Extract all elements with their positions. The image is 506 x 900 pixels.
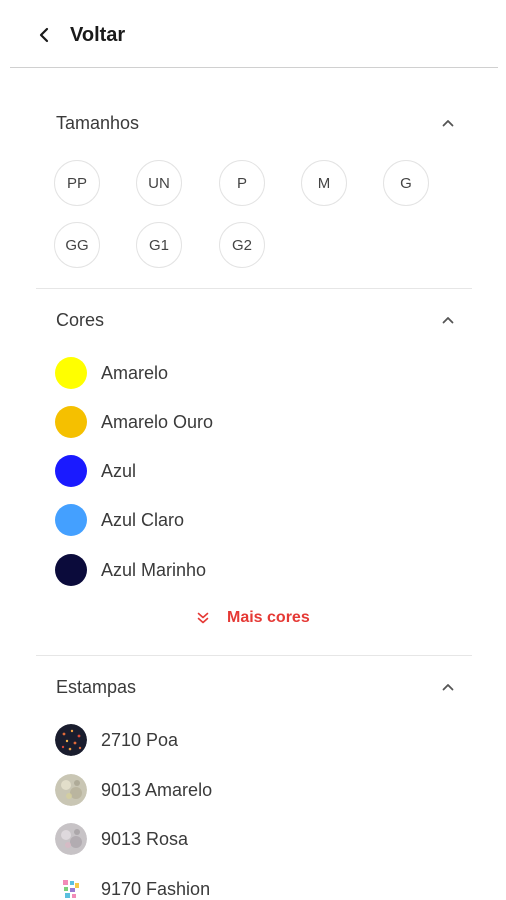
size-chip-g2[interactable]: G2: [219, 222, 265, 268]
sizes-header[interactable]: Tamanhos: [56, 110, 472, 136]
size-label: M: [317, 174, 331, 192]
back-label: Voltar: [70, 23, 126, 46]
size-chip-gg[interactable]: GG: [54, 222, 100, 268]
color-swatch: [55, 504, 87, 536]
size-label: UN: [148, 174, 170, 192]
color-swatch: [55, 455, 87, 487]
color-option-amarelo-ouro[interactable]: Amarelo Ouro: [55, 405, 213, 439]
print-label: 9013 Rosa: [101, 828, 189, 849]
size-label: P: [236, 174, 247, 192]
size-chip-g[interactable]: G: [383, 160, 429, 206]
size-chip-pp[interactable]: PP: [54, 160, 100, 206]
colors-section: Cores Amarelo Amarelo Ouro Azul Azul Cla…: [36, 288, 472, 655]
color-swatch: [55, 357, 87, 389]
more-colors-button[interactable]: Mais cores: [196, 607, 310, 629]
print-option-9170-fashion[interactable]: 9170 Fashion: [55, 872, 210, 900]
chevron-up-icon: [442, 684, 454, 691]
size-label: G1: [148, 236, 169, 254]
color-label: Amarelo Ouro: [101, 411, 214, 432]
color-label: Azul: [101, 460, 137, 481]
size-chip-m[interactable]: M: [301, 160, 347, 206]
prints-header[interactable]: Estampas: [56, 674, 472, 700]
chevron-up-icon: [442, 317, 454, 324]
sizes-section: Tamanhos PP UN P M G GG G1 G2: [36, 110, 472, 288]
colors-header[interactable]: Cores: [56, 307, 472, 333]
print-label: 9170 Fashion: [101, 878, 211, 899]
print-swatch-fashion: [55, 873, 87, 900]
size-chip-g1[interactable]: G1: [136, 222, 182, 268]
header: Voltar: [10, 0, 498, 68]
color-option-amarelo[interactable]: Amarelo: [55, 356, 168, 390]
print-option-9013-rosa[interactable]: 9013 Rosa: [55, 822, 188, 856]
print-label: 9013 Amarelo: [101, 779, 213, 800]
chevron-up-icon: [442, 120, 454, 127]
color-swatch: [55, 554, 87, 586]
print-swatch-amarelo: [55, 774, 87, 806]
more-colors-label: Mais cores: [227, 609, 310, 626]
chevron-left-icon: [39, 27, 49, 43]
sizes-title: Tamanhos: [56, 112, 140, 133]
prints-section: Estampas 2710 Poa 9013 Amarelo 9013 Rosa…: [36, 655, 472, 900]
print-option-2710-poa[interactable]: 2710 Poa: [55, 723, 178, 757]
color-option-azul[interactable]: Azul: [55, 454, 136, 488]
color-option-azul-claro[interactable]: Azul Claro: [55, 503, 184, 537]
filter-panel: Voltar Tamanhos PP UN P M G GG G1 G2 Cor…: [0, 0, 506, 900]
size-label: G: [400, 174, 412, 192]
back-button[interactable]: Voltar: [36, 22, 125, 48]
print-option-9013-amarelo[interactable]: 9013 Amarelo: [55, 773, 212, 807]
prints-title: Estampas: [56, 676, 137, 697]
size-label: G2: [231, 236, 252, 254]
size-label: PP: [66, 174, 87, 192]
color-swatch: [55, 406, 87, 438]
double-chevron-down-icon: [197, 612, 209, 624]
color-option-azul-marinho[interactable]: Azul Marinho: [55, 553, 206, 587]
color-label: Azul Claro: [101, 509, 185, 530]
size-chip-p[interactable]: P: [219, 160, 265, 206]
print-swatch-rosa: [55, 823, 87, 855]
print-swatch-poa: [55, 724, 87, 756]
print-label: 2710 Poa: [101, 729, 179, 750]
size-label: GG: [65, 236, 89, 254]
size-chip-un[interactable]: UN: [136, 160, 182, 206]
colors-title: Cores: [56, 309, 105, 330]
color-label: Azul Marinho: [101, 559, 207, 580]
color-label: Amarelo: [101, 362, 169, 383]
